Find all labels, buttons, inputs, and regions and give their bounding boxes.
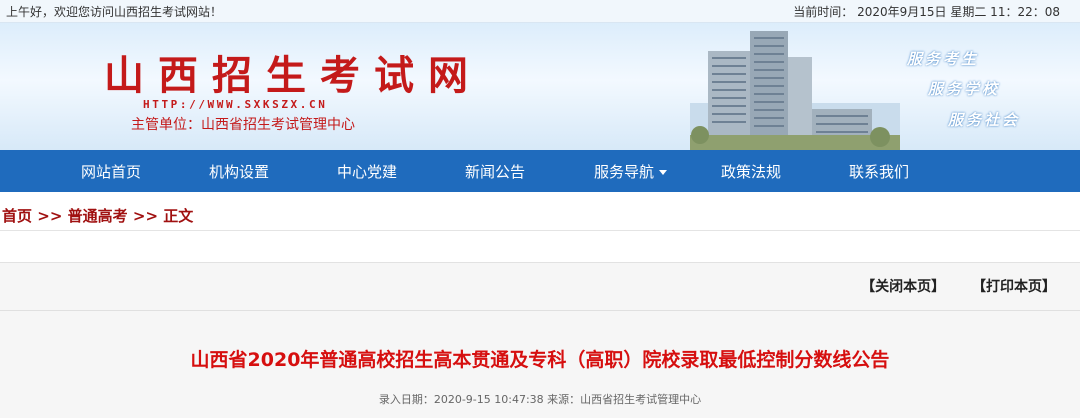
- breadcrumb-separator: >>: [37, 207, 63, 225]
- nav-policy[interactable]: 政策法规: [721, 161, 781, 182]
- article-tools: 【关闭本页】 【打印本页】: [839, 276, 1056, 296]
- breadcrumb-separator: >>: [132, 207, 159, 225]
- site-url: HTTP://WWW.SXKSZX.CN: [143, 98, 328, 111]
- chevron-down-icon: [659, 170, 668, 175]
- site-header: 山西招生考试网 HTTP://WWW.SXKSZX.CN 主管单位：山西省招生考…: [0, 23, 1080, 150]
- slogan-3: 服务社会: [948, 111, 1021, 129]
- nav-home[interactable]: 网站首页: [81, 161, 141, 182]
- breadcrumb-home[interactable]: 首页: [2, 207, 32, 225]
- site-title[interactable]: 山西招生考试网: [104, 43, 482, 101]
- nav-services[interactable]: 服务导航: [594, 161, 668, 182]
- supervising-org: 主管单位：山西省招生考试管理中心: [131, 117, 355, 133]
- nav-services-label: 服务导航: [594, 163, 655, 181]
- nav-contact[interactable]: 联系我们: [849, 161, 909, 182]
- building-image: [690, 31, 900, 150]
- breadcrumb: 首页 >> 普通高考 >> 正文: [2, 205, 193, 226]
- top-info-bar: 上午好，欢迎您访问山西招生考试网站！ 当前时间： 2020年9月15日 星期二 …: [0, 0, 1080, 23]
- greeting-text: 上午好，欢迎您访问山西招生考试网站！: [6, 5, 223, 19]
- nav-party[interactable]: 中心党建: [337, 161, 397, 182]
- panel-divider: [0, 310, 1080, 311]
- article-title: 山西省2020年普通高校招生高本贯通及专科（高职）院校录取最低控制分数线公告: [190, 349, 890, 371]
- nav-news[interactable]: 新闻公告: [465, 161, 525, 182]
- print-page-button[interactable]: 【打印本页】: [972, 279, 1056, 295]
- slogan-2: 服务学校: [928, 80, 1001, 98]
- slogan-1: 服务考生: [907, 50, 980, 68]
- nav-organization[interactable]: 机构设置: [209, 161, 269, 182]
- article-meta: 录入日期：2020-9-15 10:47:38 来源：山西省招生考试管理中心: [378, 393, 702, 406]
- breadcrumb-section[interactable]: 普通高考: [68, 207, 128, 225]
- close-page-button[interactable]: 【关闭本页】: [861, 279, 945, 295]
- main-nav: 网站首页 机构设置 中心党建 新闻公告 服务导航 政策法规 联系我们: [0, 150, 1080, 192]
- divider: [0, 230, 1080, 231]
- current-time: 当前时间： 2020年9月15日 星期二 11：22：08: [793, 5, 1060, 19]
- breadcrumb-current: 正文: [163, 207, 194, 225]
